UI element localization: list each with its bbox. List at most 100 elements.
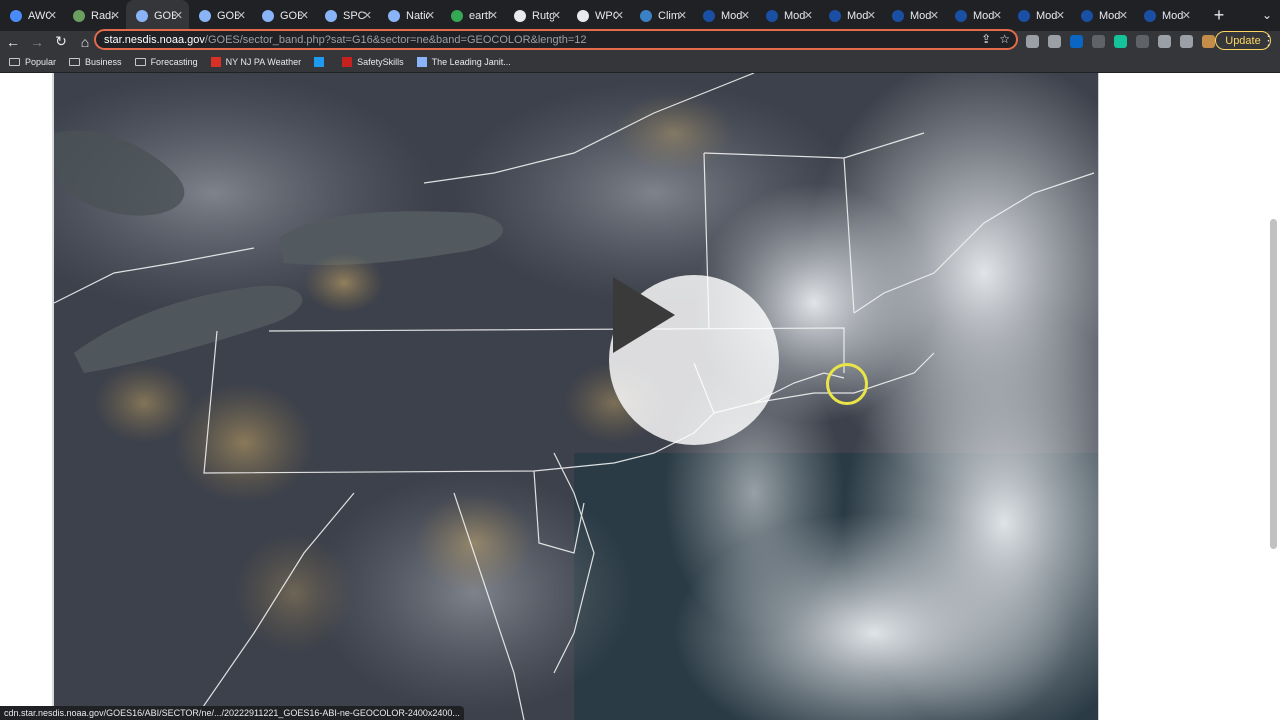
tab-ext-icon[interactable] bbox=[1048, 35, 1061, 48]
tab-close-icon[interactable]: ✕ bbox=[615, 9, 624, 22]
tab-close-icon[interactable]: ✕ bbox=[111, 9, 120, 22]
bookmark-item[interactable]: Business bbox=[69, 57, 122, 67]
folder-icon bbox=[134, 58, 146, 66]
satellite-image[interactable] bbox=[52, 73, 1099, 720]
bookmark-item[interactable]: The Leading Janit... bbox=[416, 57, 511, 67]
tab-title: Mode bbox=[1036, 9, 1058, 22]
site-icon bbox=[416, 57, 427, 67]
tab-favicon-icon bbox=[451, 9, 463, 22]
bookmark-item[interactable]: SafetySkills bbox=[342, 57, 404, 67]
browser-tab[interactable]: Clima✕ bbox=[630, 0, 693, 31]
browser-tab[interactable]: Rutge✕ bbox=[504, 0, 567, 31]
bookmark-item[interactable]: NY NJ PA Weather bbox=[210, 57, 301, 67]
folder-icon bbox=[69, 58, 81, 66]
tab-close-icon[interactable]: ✕ bbox=[237, 9, 246, 22]
share-icon[interactable]: ⇪ bbox=[981, 32, 991, 46]
play-button[interactable] bbox=[609, 275, 779, 445]
browser-tab[interactable]: Mode✕ bbox=[882, 0, 945, 31]
address-bar[interactable]: star.nesdis.noaa.gov/GOES/sector_band.ph… bbox=[94, 29, 1018, 50]
browser-tab[interactable]: Mode✕ bbox=[1071, 0, 1134, 31]
bookmark-item[interactable] bbox=[314, 57, 329, 67]
home-button[interactable]: ⌂ bbox=[74, 31, 96, 52]
browser-tab[interactable]: Natio✕ bbox=[378, 0, 441, 31]
bookmark-label: SafetySkills bbox=[357, 57, 404, 67]
tab-search-icon[interactable]: ⌄ bbox=[1262, 8, 1272, 22]
bookmarks-bar: Popular Business Forecasting NY NJ PA Weath… bbox=[0, 52, 1280, 73]
tab-favicon-icon bbox=[262, 9, 274, 22]
url-path: /GOES/sector_band.php?sat=G16&sector=ne&… bbox=[204, 33, 587, 46]
tab-close-icon[interactable]: ✕ bbox=[552, 9, 561, 22]
browser-tab[interactable]: SPC ✕ bbox=[315, 0, 378, 31]
tab-favicon-icon bbox=[514, 9, 526, 22]
site-icon bbox=[342, 57, 353, 67]
tab-close-icon[interactable]: ✕ bbox=[48, 9, 57, 22]
bookmark-label: Business bbox=[85, 57, 122, 67]
tab-favicon-icon bbox=[766, 9, 778, 22]
folder-icon bbox=[9, 58, 20, 66]
bookmark-item[interactable]: Popular bbox=[9, 57, 56, 67]
bookmark-item[interactable]: Forecasting bbox=[134, 57, 198, 67]
browser-tab[interactable]: Mode✕ bbox=[693, 0, 756, 31]
tab-title: Mode bbox=[910, 9, 932, 22]
browser-tab[interactable]: earth✕ bbox=[441, 0, 504, 31]
browser-tab[interactable]: GOES✕ bbox=[189, 0, 252, 31]
tab-close-icon[interactable]: ✕ bbox=[993, 9, 1002, 22]
tab-close-icon[interactable]: ✕ bbox=[930, 9, 939, 22]
forward-button[interactable]: → bbox=[26, 31, 48, 52]
tab-close-icon[interactable]: ✕ bbox=[1056, 9, 1065, 22]
tab-close-icon[interactable]: ✕ bbox=[1182, 9, 1191, 22]
play-icon bbox=[613, 277, 675, 353]
tab-close-icon[interactable]: ✕ bbox=[363, 9, 372, 22]
browser-tab[interactable]: GOES✕ bbox=[126, 0, 189, 31]
sidepanel-ext-icon[interactable] bbox=[1180, 35, 1193, 48]
tab-close-icon[interactable]: ✕ bbox=[804, 9, 813, 22]
back-button[interactable]: ← bbox=[2, 31, 24, 52]
bookmark-label: Forecasting bbox=[150, 57, 198, 67]
bookmark-star-icon[interactable]: ☆ bbox=[999, 32, 1010, 46]
browser-tab[interactable]: Mode✕ bbox=[945, 0, 1008, 31]
menu-icon[interactable]: ⋮ bbox=[1262, 33, 1275, 49]
puzzle-ext-icon[interactable] bbox=[1026, 35, 1039, 48]
browser-tab[interactable]: Mode✕ bbox=[1008, 0, 1071, 31]
tab-favicon-icon bbox=[1081, 9, 1093, 22]
sync-ext-icon[interactable] bbox=[1092, 35, 1105, 48]
facebook-ext-icon[interactable] bbox=[1136, 35, 1149, 48]
browser-tab[interactable]: GOES✕ bbox=[252, 0, 315, 31]
tab-favicon-icon bbox=[892, 9, 904, 22]
tab-close-icon[interactable]: ✕ bbox=[867, 9, 876, 22]
browser-tab[interactable]: Rada✕ bbox=[63, 0, 126, 31]
grammarly-ext-icon[interactable] bbox=[1114, 35, 1127, 48]
browser-tab[interactable]: WPC ✕ bbox=[567, 0, 630, 31]
browser-tab[interactable]: Mode✕ bbox=[819, 0, 882, 31]
page-scrollbar[interactable] bbox=[1270, 219, 1277, 549]
cursor-highlight-ring bbox=[826, 363, 868, 405]
tab-close-icon[interactable]: ✕ bbox=[1119, 9, 1128, 22]
tab-favicon-icon bbox=[1018, 9, 1030, 22]
site-icon bbox=[314, 57, 325, 67]
tab-close-icon[interactable]: ✕ bbox=[489, 9, 498, 22]
tab-close-icon[interactable]: ✕ bbox=[678, 9, 687, 22]
tab-favicon-icon bbox=[829, 9, 841, 22]
browser-tab[interactable]: Mode✕ bbox=[756, 0, 819, 31]
reload-button[interactable]: ↻ bbox=[50, 31, 72, 52]
tab-favicon-icon bbox=[73, 9, 85, 22]
tab-close-icon[interactable]: ✕ bbox=[300, 9, 309, 22]
tab-title: Mode bbox=[784, 9, 806, 22]
linkedin-ext-icon[interactable] bbox=[1070, 35, 1083, 48]
tab-close-icon[interactable]: ✕ bbox=[741, 9, 750, 22]
extensions-ext-icon[interactable] bbox=[1158, 35, 1171, 48]
tab-favicon-icon bbox=[10, 9, 22, 22]
profile-ext-icon[interactable] bbox=[1202, 35, 1215, 48]
tab-close-icon[interactable]: ✕ bbox=[174, 9, 183, 22]
tab-title: Mode bbox=[847, 9, 869, 22]
tab-title: Mode bbox=[721, 9, 743, 22]
tab-title: Mode bbox=[1162, 9, 1184, 22]
browser-tab[interactable]: Mode✕ bbox=[1134, 0, 1197, 31]
browser-tab[interactable]: AWC ✕ bbox=[0, 0, 63, 31]
tab-title: GOES bbox=[154, 9, 176, 22]
new-tab-button[interactable]: + bbox=[1205, 0, 1233, 31]
tab-title: GOES bbox=[217, 9, 239, 22]
tab-close-icon[interactable]: ✕ bbox=[426, 9, 435, 22]
tab-favicon-icon bbox=[388, 9, 400, 22]
tab-title: earth bbox=[469, 9, 491, 22]
